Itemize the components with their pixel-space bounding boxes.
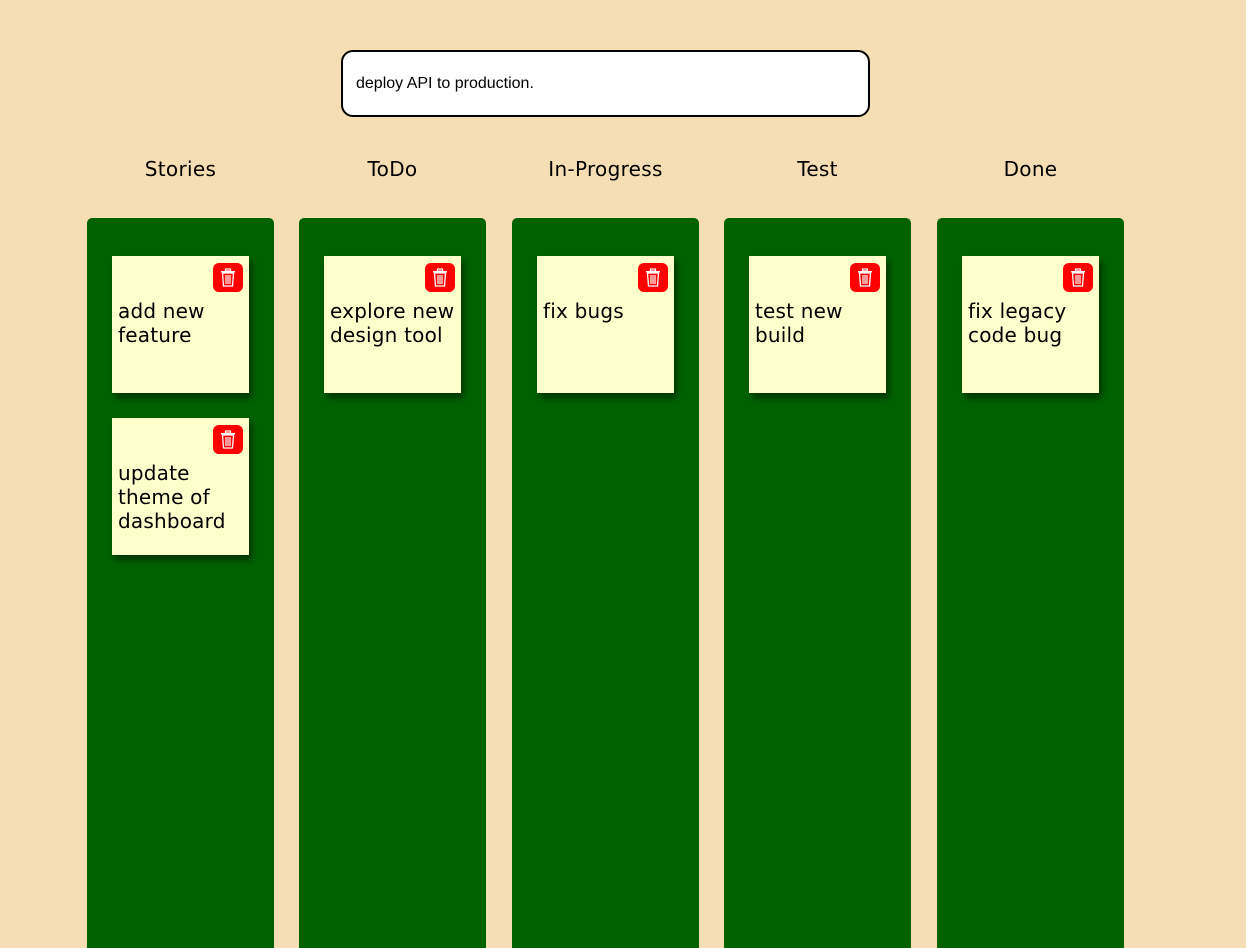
delete-button[interactable] [850, 263, 880, 292]
lane-stories[interactable]: add new feature update theme of dashboar… [87, 218, 274, 948]
trash-icon [858, 268, 872, 287]
column-stories: Stories add new feature update theme of … [87, 150, 274, 948]
delete-button[interactable] [638, 263, 668, 292]
column-done: Done fix legacy code bug [937, 150, 1124, 948]
column-in-progress: In-Progress fix bugs [512, 150, 699, 948]
lane-done[interactable]: fix legacy code bug [937, 218, 1124, 948]
card-text: fix bugs [543, 299, 624, 323]
lane-todo[interactable]: explore new design tool [299, 218, 486, 948]
delete-button[interactable] [213, 425, 243, 454]
column-title: Done [1003, 157, 1058, 181]
card-text: test new build [755, 299, 843, 347]
delete-button[interactable] [1063, 263, 1093, 292]
task-card[interactable]: add new feature [112, 256, 249, 393]
card-text: fix legacy code bug [968, 299, 1067, 347]
task-card[interactable]: test new build [749, 256, 886, 393]
column-title: In-Progress [548, 157, 663, 181]
lane-in-progress[interactable]: fix bugs [512, 218, 699, 948]
task-input[interactable] [341, 50, 870, 117]
card-text: update theme of dashboard [118, 461, 226, 533]
column-test: Test test new build [724, 150, 911, 948]
task-card[interactable]: update theme of dashboard [112, 418, 249, 555]
trash-icon [221, 268, 235, 287]
kanban-board: Stories add new feature update theme of … [87, 150, 1124, 948]
column-todo: ToDo explore new design tool [299, 150, 486, 948]
delete-button[interactable] [425, 263, 455, 292]
column-title: Test [797, 157, 838, 181]
delete-button[interactable] [213, 263, 243, 292]
card-text: add new feature [118, 299, 205, 347]
task-card[interactable]: explore new design tool [324, 256, 461, 393]
task-card[interactable]: fix bugs [537, 256, 674, 393]
trash-icon [1071, 268, 1085, 287]
trash-icon [221, 430, 235, 449]
trash-icon [433, 268, 447, 287]
column-title: ToDo [367, 157, 418, 181]
task-input-container [341, 50, 870, 117]
card-text: explore new design tool [330, 299, 455, 347]
task-card[interactable]: fix legacy code bug [962, 256, 1099, 393]
lane-test[interactable]: test new build [724, 218, 911, 948]
trash-icon [646, 268, 660, 287]
column-title: Stories [144, 157, 217, 181]
